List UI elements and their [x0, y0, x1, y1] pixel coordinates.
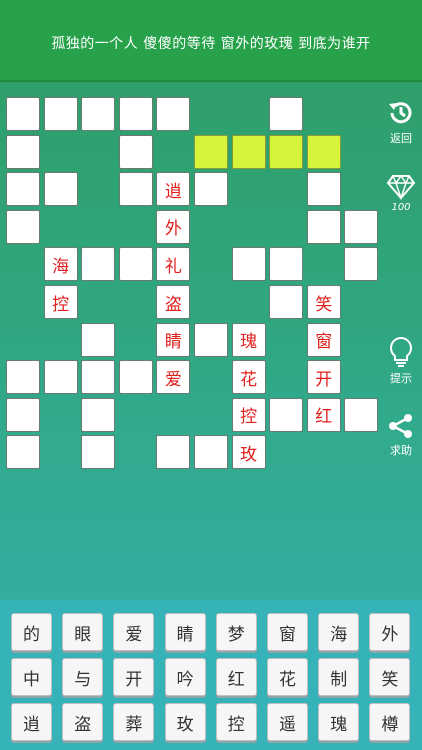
keyboard-key[interactable]: 控	[215, 703, 257, 741]
grid-cell[interactable]	[6, 397, 40, 432]
grid-cell-highlighted[interactable]	[231, 134, 266, 169]
grid-cell[interactable]	[81, 247, 116, 282]
grid-cell[interactable]	[269, 247, 304, 282]
grid-cell[interactable]: 礼	[156, 247, 191, 282]
grid-cell[interactable]	[269, 285, 304, 319]
keyboard-key[interactable]: 爱	[113, 613, 155, 651]
history-icon	[389, 102, 412, 124]
grid-cell[interactable]: 窗	[306, 322, 341, 357]
grid-cell[interactable]	[43, 172, 78, 207]
grid-cell[interactable]	[6, 435, 40, 470]
grid-cell[interactable]: 盗	[156, 285, 191, 319]
grid-cell[interactable]	[81, 360, 116, 395]
grid-cell[interactable]	[269, 97, 304, 131]
hint-label: 提示	[390, 372, 412, 385]
keyboard-key[interactable]: 窗	[267, 613, 308, 651]
grid-cell[interactable]	[269, 397, 304, 432]
grid-cell[interactable]	[194, 322, 228, 357]
grid-cell[interactable]: 外	[156, 209, 191, 244]
grid-cell[interactable]: 花	[231, 360, 266, 395]
grid-cell[interactable]: 玫	[231, 435, 266, 470]
grid-cell[interactable]	[231, 247, 266, 282]
keyboard-key[interactable]: 盗	[62, 703, 104, 741]
grid-cell[interactable]: 逍	[156, 172, 191, 207]
grid-cell[interactable]	[6, 134, 40, 169]
back-label: 返回	[390, 132, 412, 145]
keyboard-key[interactable]: 眼	[62, 613, 104, 651]
keyboard-key[interactable]: 玫	[164, 703, 206, 741]
keyboard-key[interactable]: 花	[267, 658, 308, 696]
keyboard-key[interactable]: 吟	[164, 658, 206, 696]
keyboard-key[interactable]: 海	[318, 613, 360, 651]
grid-cell[interactable]: 笑	[306, 285, 341, 319]
keyboard-key[interactable]: 制	[318, 658, 360, 696]
grid-cell[interactable]	[6, 209, 40, 244]
keyboard-key[interactable]: 的	[11, 613, 52, 651]
keyboard-key[interactable]: 外	[369, 613, 411, 651]
keyboard-key[interactable]: 笑	[369, 658, 411, 696]
lightbulb-icon	[390, 336, 412, 367]
keyboard-key[interactable]: 逍	[11, 703, 52, 741]
grid-cell[interactable]	[43, 360, 78, 395]
grid-cell[interactable]	[118, 134, 153, 169]
keyboard-key[interactable]: 红	[215, 658, 257, 696]
grid-cell[interactable]	[306, 209, 341, 244]
keyboard-key[interactable]: 睛	[164, 613, 206, 651]
back-button[interactable]: 返回	[380, 98, 422, 146]
grid-cell[interactable]: 控	[231, 397, 266, 432]
grid-cell-highlighted[interactable]	[194, 134, 228, 169]
grid-cell[interactable]	[81, 397, 116, 432]
keyboard-key[interactable]: 中	[11, 658, 52, 696]
grid-cell[interactable]	[118, 172, 153, 207]
grid-cell-highlighted[interactable]	[306, 134, 341, 169]
grid-cell[interactable]	[43, 97, 78, 131]
keyboard-key[interactable]: 开	[113, 658, 155, 696]
keyboard-key[interactable]: 遥	[267, 703, 308, 741]
help-label: 求助	[390, 444, 412, 457]
keyboard-key[interactable]: 瑰	[318, 703, 360, 741]
diamond-icon	[386, 174, 416, 200]
help-button[interactable]: 求助	[380, 412, 422, 458]
share-icon	[389, 414, 412, 438]
grid-cell[interactable]	[81, 322, 116, 357]
grid-cell[interactable]	[118, 247, 153, 282]
hint-button[interactable]: 提示	[380, 336, 422, 386]
grid-cell[interactable]	[194, 172, 228, 207]
grid-cell[interactable]	[118, 360, 153, 395]
grid-cell[interactable]	[81, 435, 116, 470]
grid-cell[interactable]: 红	[306, 397, 341, 432]
gems-count: 100	[391, 202, 411, 213]
grid-cell[interactable]	[6, 360, 40, 395]
keyboard-key[interactable]: 与	[62, 658, 104, 696]
grid-cell-highlighted[interactable]	[269, 134, 304, 169]
grid-cell[interactable]	[156, 435, 191, 470]
grid-cell[interactable]: 睛	[156, 322, 191, 357]
grid-cell[interactable]: 海	[43, 247, 78, 282]
grid-cell[interactable]: 开	[306, 360, 341, 395]
keyboard-key[interactable]: 樽	[369, 703, 411, 741]
grid-cell[interactable]: 控	[43, 285, 78, 319]
grid-cell[interactable]	[81, 97, 116, 131]
character-keyboard: 的眼爱睛梦窗海外中与开吟红花制笑逍盗葬玫控遥瑰樽	[0, 600, 422, 750]
grid-cell[interactable]	[344, 397, 379, 432]
keyboard-key[interactable]: 葬	[113, 703, 155, 741]
gems-display[interactable]: 100	[380, 174, 422, 213]
grid-cell[interactable]	[6, 172, 40, 207]
grid-cell[interactable]: 爱	[156, 360, 191, 395]
grid-cell[interactable]	[344, 209, 379, 244]
crossword-grid: 逍外海礼控盗笑睛瑰窗爱花开控红玫	[0, 0, 422, 480]
grid-cell[interactable]	[118, 97, 153, 131]
grid-cell[interactable]	[344, 247, 379, 282]
keyboard-key[interactable]: 梦	[215, 613, 257, 651]
grid-cell[interactable]	[194, 435, 228, 470]
grid-cell[interactable]	[156, 97, 191, 131]
grid-cell[interactable]	[306, 172, 341, 207]
grid-cell[interactable]	[6, 97, 40, 131]
grid-cell[interactable]: 瑰	[231, 322, 266, 357]
